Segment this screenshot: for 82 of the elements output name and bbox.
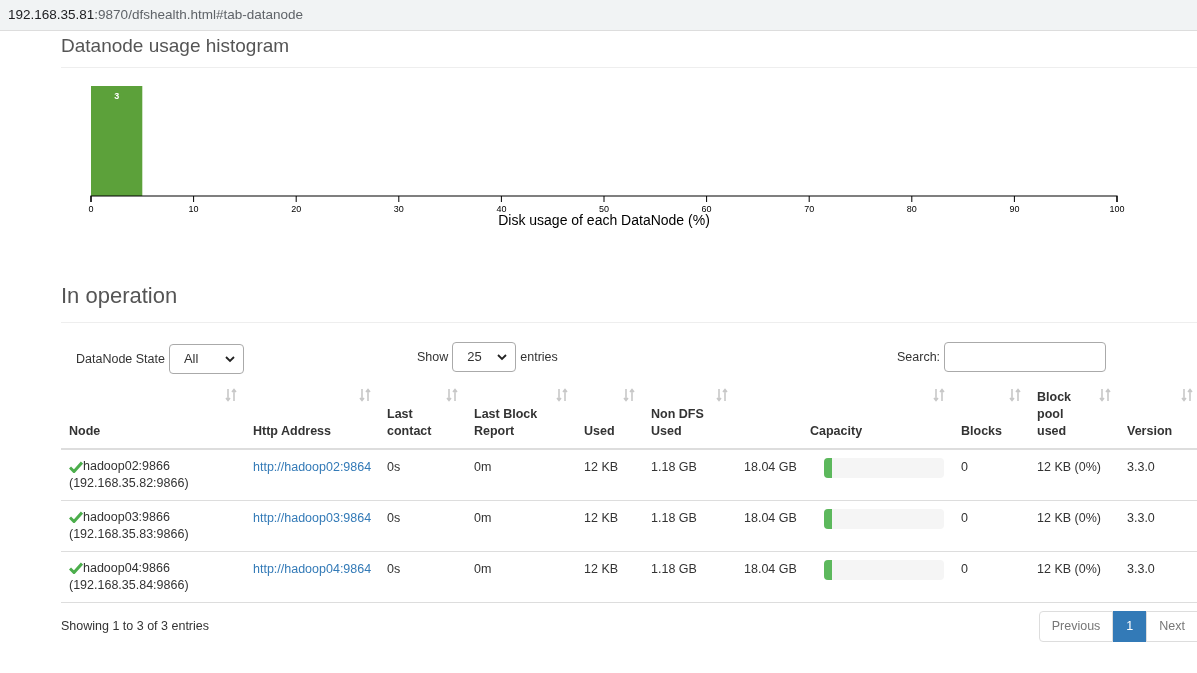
- search-field[interactable]: [944, 342, 1107, 372]
- table-cell: 18.04 GB: [744, 460, 797, 474]
- node-address: (192.168.35.84:9866): [69, 576, 190, 594]
- table-cell: 1.18 GB: [651, 561, 697, 576]
- axis-tick-label: 90: [1009, 204, 1020, 214]
- table-cell: 0s: [387, 561, 401, 576]
- column-header[interactable]: Node: [69, 423, 101, 440]
- table-cell: 1.18 GB: [651, 460, 697, 474]
- http-address-link[interactable]: http://hadoop04:9864: [253, 561, 372, 576]
- table-info: Showing 1 to 3 of 3 entries: [61, 617, 209, 635]
- column-header[interactable]: Version: [1127, 423, 1173, 440]
- section-title: Datanode usage histogram: [61, 34, 1197, 68]
- table-cell: 0s: [387, 460, 401, 474]
- axis-tick-label: 0: [88, 204, 94, 214]
- sort-icon[interactable]: [623, 388, 635, 402]
- node-name: hadoop02:9866: [83, 458, 170, 475]
- table-cell: 0: [961, 561, 968, 576]
- table-cell: 3.3.0: [1127, 561, 1155, 576]
- column-header[interactable]: Capacity: [810, 423, 863, 440]
- sort-icon[interactable]: [225, 388, 237, 402]
- table-cell: 12 KB (0%): [1037, 561, 1101, 576]
- bar-value-label: 3: [114, 91, 120, 101]
- table-cell: 18.04 GB: [744, 561, 797, 576]
- axis-tick-label: 30: [393, 204, 404, 214]
- column-header[interactable]: Block pool used: [1037, 389, 1095, 440]
- table-cell: 0: [961, 460, 968, 474]
- axis-tick-label: 100: [1109, 204, 1125, 214]
- column-header[interactable]: Last Block Report: [474, 406, 552, 440]
- node-name: hadoop03:9866: [83, 508, 170, 526]
- table-cell: 0m: [474, 510, 492, 525]
- column-header[interactable]: Non DFS Used: [651, 406, 712, 440]
- node-name: hadoop04:9866: [83, 559, 170, 577]
- http-address-link[interactable]: http://hadoop03:9864: [253, 510, 372, 525]
- axis-tick-label: 10: [188, 204, 199, 214]
- table-cell: 12 KB: [584, 561, 619, 576]
- table-cell: 0m: [474, 460, 492, 474]
- sort-icon[interactable]: [933, 388, 945, 402]
- address-bar[interactable]: 192.168.35.81:9870/dfshealth.html#tab-datanode: [0, 0, 1197, 31]
- table-cell: 0s: [387, 510, 401, 525]
- axis-tick-label: 60: [701, 204, 712, 214]
- node-address: (192.168.35.82:9866): [69, 475, 190, 492]
- table-cell: 0m: [474, 561, 492, 576]
- sort-icon[interactable]: [1099, 388, 1111, 402]
- sort-icon[interactable]: [1009, 388, 1021, 402]
- column-header[interactable]: Blocks: [961, 423, 1002, 440]
- search-label: Search:: [897, 348, 941, 366]
- page-length-dropdown[interactable]: 25: [452, 342, 517, 372]
- column-header[interactable]: Last contact: [387, 406, 442, 440]
- show-label: Show: [417, 348, 449, 366]
- axis-title: Disk usage of each DataNode (%): [498, 212, 710, 228]
- axis-tick-label: 40: [496, 204, 507, 214]
- chevron-down-icon: [497, 353, 508, 361]
- entries-label: entries: [520, 348, 558, 366]
- table-cell: 12 KB (0%): [1037, 510, 1101, 525]
- table-cell: 3.3.0: [1127, 510, 1155, 525]
- axis-tick-label: 70: [804, 204, 815, 214]
- table-cell: 12 KB (0%): [1037, 460, 1101, 474]
- http-address-link[interactable]: http://hadoop02:9864: [253, 460, 372, 474]
- section-title: In operation: [61, 282, 1197, 323]
- axis-tick-label: 50: [599, 204, 609, 214]
- table-cell: 12 KB: [584, 460, 619, 474]
- filter-label: DataNode State: [76, 350, 165, 368]
- table-cell: 12 KB: [584, 510, 619, 525]
- sort-icon[interactable]: [446, 388, 458, 402]
- column-header[interactable]: Http Address: [253, 423, 331, 440]
- table-cell: 3.3.0: [1127, 460, 1155, 474]
- axis-tick-label: 20: [291, 204, 302, 214]
- sort-icon[interactable]: [359, 388, 371, 402]
- sort-icon[interactable]: [1181, 388, 1193, 402]
- axis-tick-label: 80: [906, 204, 917, 214]
- table-cell: 1.18 GB: [651, 510, 697, 525]
- sort-icon[interactable]: [716, 388, 728, 402]
- sort-icon[interactable]: [556, 388, 568, 402]
- state-dropdown[interactable]: All: [168, 344, 244, 374]
- page-button[interactable]: 1: [1113, 610, 1147, 642]
- column-header[interactable]: Used: [584, 423, 615, 440]
- node-address: (192.168.35.83:9866): [69, 525, 190, 543]
- table-cell: 18.04 GB: [744, 510, 797, 525]
- chevron-down-icon: [224, 355, 235, 363]
- table-cell: 0: [961, 510, 968, 525]
- url-host: 192.168.35.81: [8, 5, 95, 24]
- url-path: :9870/dfshealth.html#tab-datanode: [94, 5, 303, 24]
